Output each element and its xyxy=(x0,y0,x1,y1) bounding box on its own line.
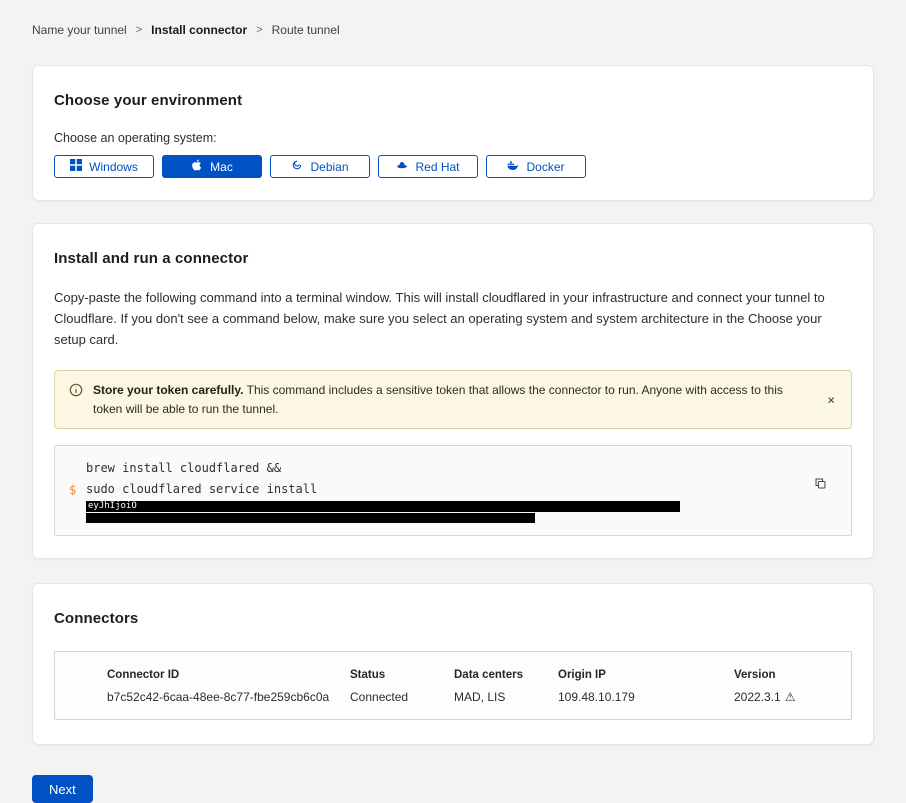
os-select-label: Choose an operating system: xyxy=(54,131,852,145)
copy-icon xyxy=(814,477,827,490)
connector-description: Copy-paste the following command into a … xyxy=(54,287,852,350)
docker-icon xyxy=(507,159,519,174)
status-badge: Connected xyxy=(350,690,454,704)
connectors-card: Connectors Connector ID Status Data cent… xyxy=(32,583,874,745)
version-cell: 2022.3.1 ⚠ xyxy=(734,690,831,704)
column-header-version: Version xyxy=(734,669,831,681)
copy-command-button[interactable] xyxy=(814,477,827,490)
table-header-row: Connector ID Status Data centers Origin … xyxy=(107,669,831,681)
column-header-status: Status xyxy=(350,669,454,681)
breadcrumb-item-route-tunnel: Route tunnel xyxy=(272,23,340,37)
token-prefix-text: eyJhIjoiO xyxy=(86,502,137,511)
os-button-label: Docker xyxy=(526,160,564,174)
token-warning-banner: Store your token carefully. This command… xyxy=(54,370,852,429)
version-warning-icon: ⚠ xyxy=(785,690,796,704)
environment-card-title: Choose your environment xyxy=(54,92,852,109)
redacted-token-bar-1: eyJhIjoiO xyxy=(86,501,680,512)
windows-icon xyxy=(70,159,82,174)
install-command-codeblock: $ brew install cloudflared && sudo cloud… xyxy=(54,445,852,536)
shell-prompt: $ xyxy=(69,483,76,497)
os-button-mac[interactable]: Mac xyxy=(162,155,262,178)
data-centers-value: MAD, LIS xyxy=(454,690,558,704)
table-row: b7c52c42-6caa-48ee-8c77-fbe259cb6c0a Con… xyxy=(107,690,831,704)
info-icon xyxy=(69,383,83,418)
origin-ip-value: 109.48.10.179 xyxy=(558,690,734,704)
os-button-debian[interactable]: Debian xyxy=(270,155,370,178)
install-connector-card: Install and run a connector Copy-paste t… xyxy=(32,223,874,559)
os-button-label: Debian xyxy=(310,160,348,174)
breadcrumb: Name your tunnel > Install connector > R… xyxy=(32,0,874,37)
column-header-connector-id: Connector ID xyxy=(107,669,350,681)
breadcrumb-separator: > xyxy=(256,24,262,36)
apple-icon xyxy=(191,159,203,174)
breadcrumb-separator: > xyxy=(136,24,142,36)
debian-icon xyxy=(291,159,303,174)
connector-card-title: Install and run a connector xyxy=(54,250,852,267)
breadcrumb-item-name-your-tunnel[interactable]: Name your tunnel xyxy=(32,23,127,37)
redacted-token-bar-2 xyxy=(86,513,535,523)
os-button-docker[interactable]: Docker xyxy=(486,155,586,178)
breadcrumb-item-install-connector: Install connector xyxy=(151,23,247,37)
command-line-1: brew install cloudflared && xyxy=(86,458,803,479)
token-warning-text: Store your token carefully. This command… xyxy=(93,381,837,418)
choose-environment-card: Choose your environment Choose an operat… xyxy=(32,65,874,201)
version-value: 2022.3.1 xyxy=(734,690,781,704)
token-warning-bold: Store your token carefully. xyxy=(93,383,244,397)
connectors-card-title: Connectors xyxy=(54,610,852,627)
os-button-label: Red Hat xyxy=(415,160,459,174)
next-button[interactable]: Next xyxy=(32,775,93,803)
column-header-data-centers: Data centers xyxy=(454,669,558,681)
os-button-label: Windows xyxy=(89,160,138,174)
os-button-redhat[interactable]: Red Hat xyxy=(378,155,478,178)
os-button-group: Windows Mac Debian Red Hat Docker xyxy=(54,155,852,178)
warning-close-button[interactable]: × xyxy=(823,390,839,409)
column-header-origin-ip: Origin IP xyxy=(558,669,734,681)
connector-id-value: b7c52c42-6caa-48ee-8c77-fbe259cb6c0a xyxy=(107,690,350,704)
os-button-label: Mac xyxy=(210,160,233,174)
os-button-windows[interactable]: Windows xyxy=(54,155,154,178)
connectors-table: Connector ID Status Data centers Origin … xyxy=(54,651,852,720)
redhat-icon xyxy=(396,159,408,174)
command-line-2: sudo cloudflared service install xyxy=(86,479,803,500)
